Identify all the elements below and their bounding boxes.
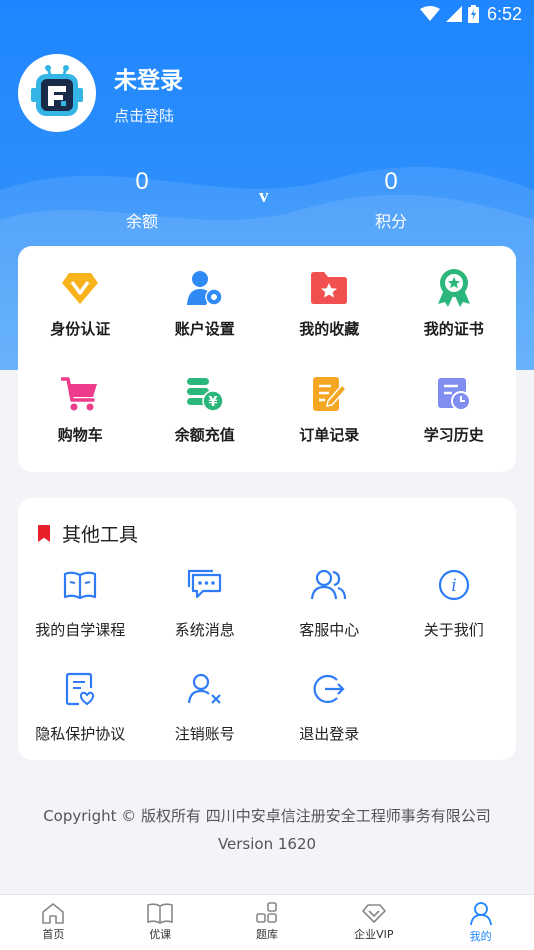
signal-icon [445, 6, 462, 22]
vip-mark: v [259, 186, 269, 207]
profile-name[interactable]: 未登录 [114, 61, 183, 95]
user-remove-icon [187, 673, 221, 704]
balance-stat[interactable]: 0 余额 [82, 168, 202, 232]
svg-text:¥: ¥ [208, 395, 217, 410]
tab-label: 企业VIP [354, 928, 394, 941]
robot-avatar-icon [31, 65, 83, 116]
menu-label: 我的证书 [423, 320, 484, 338]
footer: Copyright © 版权所有 四川中安卓信注册安全工程师事务有限公司 Ver… [0, 802, 534, 858]
person-icon [469, 902, 492, 926]
tool-label: 关于我们 [423, 621, 484, 639]
book-icon [64, 571, 97, 600]
tool-delete-account[interactable]: 注销账号 [143, 663, 268, 767]
menu-my-favorites[interactable]: 我的收藏 [267, 246, 392, 352]
history-clock-icon [437, 378, 471, 411]
login-link[interactable]: 点击登陆 [114, 105, 183, 126]
users-icon [311, 569, 347, 600]
tool-about-us[interactable]: i 关于我们 [392, 559, 517, 663]
menu-label: 身份认证 [50, 320, 111, 338]
diamond-icon [62, 273, 99, 304]
svg-text:i: i [451, 576, 456, 596]
cart-icon [61, 377, 98, 411]
tab-question-bank[interactable]: 题库 [214, 895, 321, 950]
points-label: 积分 [374, 212, 407, 231]
grid-icon [256, 902, 277, 923]
coin-stack-icon: ¥ [186, 378, 224, 412]
tool-my-courses[interactable]: 我的自学课程 [18, 559, 143, 663]
points-value: 0 [384, 168, 398, 195]
menu-label: 购物车 [57, 426, 103, 444]
home-icon [42, 903, 65, 924]
status-bar: 6:52 [0, 0, 534, 28]
tool-label: 系统消息 [174, 621, 235, 639]
tool-privacy-agreement[interactable]: 隐私保护协议 [18, 663, 143, 767]
tool-customer-service[interactable]: 客服中心 [267, 559, 392, 663]
battery-icon [467, 5, 479, 23]
tab-home[interactable]: 首页 [0, 895, 107, 950]
tool-system-messages[interactable]: 系统消息 [143, 559, 268, 663]
version-text: Version 1620 [217, 835, 317, 853]
tab-label: 首页 [42, 928, 65, 941]
menu-order-records[interactable]: 订单记录 [267, 352, 392, 458]
balance-label: 余额 [125, 212, 158, 231]
clock: 6:52 [486, 3, 522, 24]
copyright-text: Copyright © 版权所有 四川中安卓信注册安全工程师事务有限公司 [43, 807, 491, 825]
menu-identity-verification[interactable]: 身份认证 [18, 246, 143, 352]
menu-label: 余额充值 [174, 426, 235, 444]
tool-logout[interactable]: 退出登录 [267, 663, 392, 767]
balance-value: 0 [135, 168, 149, 195]
tool-label: 隐私保护协议 [35, 725, 126, 743]
bottom-tab-bar: 首页 优课 题库 企业VIP 我的 [0, 894, 534, 950]
award-icon [437, 269, 470, 307]
order-edit-icon [313, 377, 348, 411]
tab-courses[interactable]: 优课 [107, 895, 214, 950]
menu-account-settings[interactable]: 账户设置 [143, 246, 268, 352]
tab-enterprise-vip[interactable]: 企业VIP [320, 895, 427, 950]
bookmark-icon [38, 525, 50, 542]
menu-my-certificates[interactable]: 我的证书 [392, 246, 517, 352]
tool-label: 我的自学课程 [35, 621, 126, 639]
tab-mine[interactable]: 我的 [427, 895, 534, 950]
logout-icon [313, 674, 345, 704]
account-menu-card: 身份认证 账户设置 我的收藏 我的证书 购物车 ¥ 余额充值 订单记录 学习历史 [18, 246, 516, 472]
avatar[interactable] [18, 54, 96, 132]
tab-label: 我的 [469, 930, 492, 943]
privacy-doc-icon [66, 672, 95, 706]
info-icon: i [438, 569, 469, 601]
profile-header[interactable]: 未登录 点击登陆 [18, 54, 183, 132]
points-stat[interactable]: 0 积分 [331, 168, 451, 232]
menu-label: 账户设置 [174, 320, 235, 338]
menu-balance-recharge[interactable]: ¥ 余额充值 [143, 352, 268, 458]
tool-label: 客服中心 [299, 621, 360, 639]
tool-label: 注销账号 [174, 725, 235, 743]
diamond-outline-icon [361, 904, 386, 923]
tab-label: 题库 [255, 928, 278, 941]
menu-label: 订单记录 [299, 426, 360, 444]
tab-label: 优课 [149, 928, 172, 941]
menu-label: 学习历史 [423, 426, 484, 444]
book-open-icon [147, 903, 173, 924]
folder-star-icon [311, 272, 348, 304]
menu-label: 我的收藏 [299, 320, 360, 338]
tools-title: 其他工具 [62, 524, 139, 546]
tool-label: 退出登录 [299, 725, 360, 743]
other-tools-card: 其他工具 我的自学课程 系统消息 客服中心 i 关于我们 隐私保护协议 注销账号 [18, 498, 516, 760]
menu-study-history[interactable]: 学习历史 [392, 352, 517, 458]
tools-header: 其他工具 [18, 498, 516, 547]
message-icon [187, 569, 221, 599]
menu-shopping-cart[interactable]: 购物车 [18, 352, 143, 458]
user-gear-icon [186, 271, 223, 306]
wifi-icon [419, 6, 440, 21]
